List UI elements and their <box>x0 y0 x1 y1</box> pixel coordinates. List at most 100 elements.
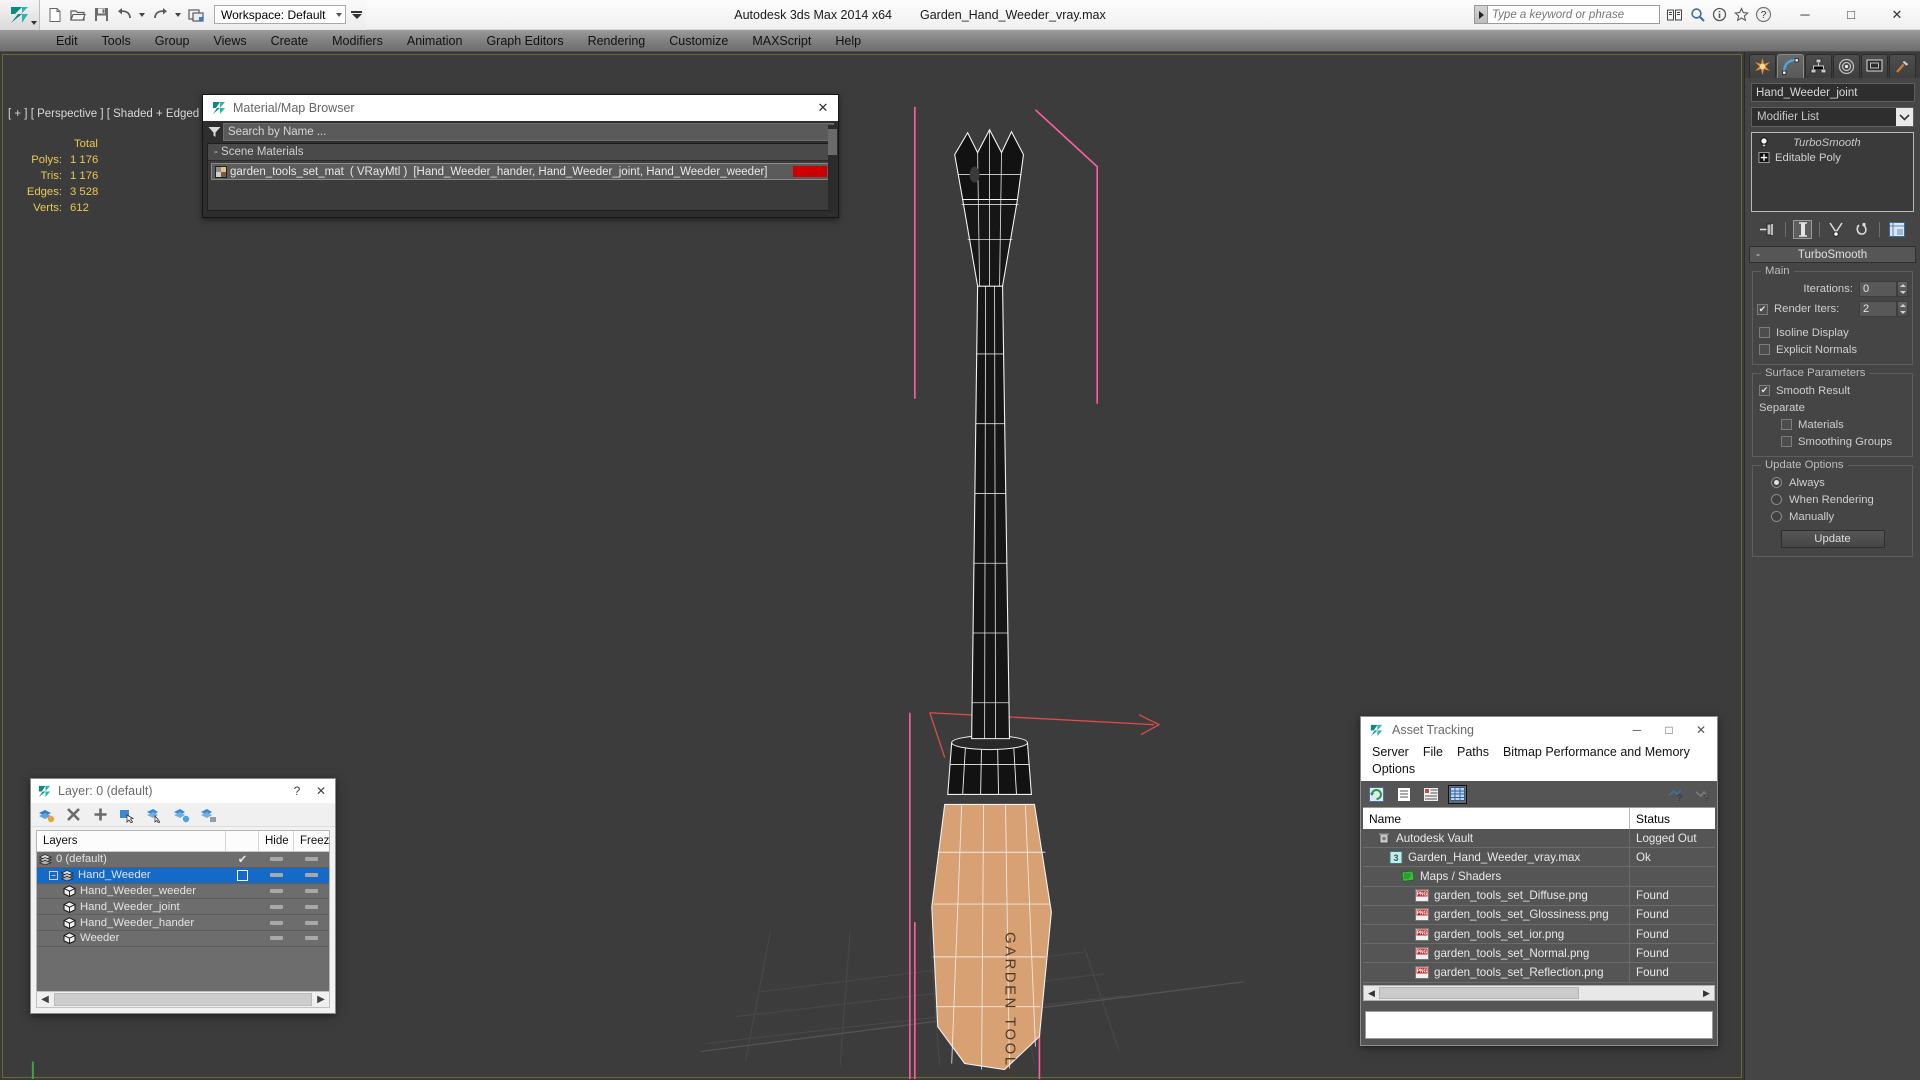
material-list-item[interactable]: garden_tools_set_mat ( VRayMtl ) [Hand_W… <box>211 163 830 180</box>
layer-active-cell[interactable]: ✔ <box>226 853 259 866</box>
asset-menu-bitmap-performance-and-memory[interactable]: Bitmap Performance and Memory <box>1496 744 1697 761</box>
grid-view-icon[interactable] <box>1448 784 1467 804</box>
scroll-left-icon[interactable]: ◀ <box>37 994 53 1005</box>
render-iters-input[interactable] <box>1859 301 1897 317</box>
pin-stack-icon[interactable] <box>1759 220 1778 239</box>
material-browser-list[interactable]: - Scene Materials garden_tools_set_mat (… <box>207 143 834 211</box>
render-iters-checkbox[interactable] <box>1757 303 1768 315</box>
create-new-layer-icon[interactable] <box>37 806 55 824</box>
layer-dialog-titlebar[interactable]: Layer: 0 (default) ? ✕ <box>31 779 335 803</box>
update-always-row[interactable]: Always <box>1757 474 1908 491</box>
help-search-icon[interactable] <box>1688 6 1706 24</box>
modifier-list-dropdown[interactable]: Modifier List <box>1751 107 1914 127</box>
command-panel[interactable]: Modifier List TurboSmooth Editable Poly <box>1744 52 1920 1080</box>
separate-smoothing-groups-row[interactable]: Smoothing Groups <box>1757 433 1908 450</box>
scroll-thumb[interactable] <box>54 993 312 1006</box>
asset-row[interactable]: PNG garden_tools_set_Reflection.png Found <box>1363 963 1715 983</box>
search-input[interactable] <box>1488 5 1660 24</box>
search-expand-button[interactable] <box>1474 5 1488 24</box>
menu-item-rendering[interactable]: Rendering <box>576 31 658 51</box>
asset-scroll-right-icon[interactable]: ▶ <box>1699 988 1714 999</box>
separate-smoothing-groups-checkbox[interactable] <box>1781 436 1792 447</box>
layer-freeze-cell[interactable] <box>294 936 329 941</box>
turbosmooth-rollout-header[interactable]: - TurboSmooth <box>1749 246 1916 263</box>
project-folder-button[interactable] <box>185 3 207 27</box>
layer-hide-cell[interactable] <box>259 904 294 909</box>
layer-hide-cell[interactable] <box>259 936 294 941</box>
layer-name-cell[interactable]: Hand_Weeder_weeder <box>37 885 226 897</box>
minimize-button[interactable]: ─ <box>1782 0 1828 30</box>
list-view-icon[interactable] <box>1394 785 1413 804</box>
info-center-icon[interactable] <box>1710 6 1728 24</box>
layer-row[interactable]: − Hand_Weeder <box>37 867 329 884</box>
asset-tracking-grid[interactable]: Name Status Autodesk Vault Logged Out 3 Gar… <box>1363 807 1715 983</box>
iterations-spinner[interactable] <box>1859 281 1908 297</box>
update-when-rendering-row[interactable]: When Rendering <box>1757 491 1908 508</box>
layer-freeze-cell[interactable] <box>294 904 329 909</box>
modifier-stack[interactable]: TurboSmooth Editable Poly <box>1751 132 1914 212</box>
menu-item-help[interactable]: Help <box>823 31 873 51</box>
layer-dialog[interactable]: Layer: 0 (default) ? ✕ Layers Hide Freez… <box>30 778 336 1014</box>
layer-name-cell[interactable]: Hand_Weeder_hander <box>37 917 226 929</box>
undo-button[interactable] <box>113 3 135 27</box>
asset-scroll-left-icon[interactable]: ◀ <box>1364 988 1379 999</box>
add-selection-icon[interactable] <box>91 806 109 824</box>
modifier-stack-item-turbosmooth[interactable]: TurboSmooth <box>1754 135 1911 150</box>
separate-materials-checkbox[interactable] <box>1781 419 1792 430</box>
object-name-input[interactable] <box>1751 83 1915 102</box>
layer-name-cell[interactable]: − Hand_Weeder <box>37 869 226 882</box>
material-browser-close-button[interactable]: ✕ <box>812 97 834 119</box>
smooth-result-row[interactable]: Smooth Result <box>1757 382 1908 399</box>
asset-menu-options[interactable]: Options <box>1365 761 1422 778</box>
layer-name-cell[interactable]: Hand_Weeder_joint <box>37 901 226 913</box>
close-button[interactable]: ✕ <box>1874 0 1920 30</box>
menu-item-create[interactable]: Create <box>259 31 321 51</box>
menu-item-customize[interactable]: Customize <box>657 31 740 51</box>
add-asset-help-icon[interactable]: ? <box>1665 785 1684 804</box>
menu-item-tools[interactable]: Tools <box>90 31 143 51</box>
turbosmooth-rollout[interactable]: - TurboSmooth Main Iterations: Render It… <box>1749 246 1916 557</box>
asset-row[interactable]: PNG garden_tools_set_Glossiness.png Found <box>1363 905 1715 925</box>
layer-name-cell[interactable]: 0 (default) <box>37 853 226 866</box>
asset-name-cell[interactable]: Maps / Shaders <box>1363 867 1630 886</box>
refresh-icon[interactable] <box>1367 785 1386 804</box>
explicit-normals-checkbox[interactable] <box>1759 344 1770 355</box>
workspace-menu-button[interactable] <box>351 10 362 19</box>
layer-row[interactable]: Hand_Weeder_weeder <box>37 884 329 900</box>
iterations-spinner-arrows[interactable] <box>1897 281 1908 297</box>
asset-tracking-titlebar[interactable]: Asset Tracking ─ □ ✕ <box>1361 717 1717 743</box>
layer-active-cell[interactable] <box>226 869 259 881</box>
layer-dialog-close-button[interactable]: ✕ <box>309 780 333 802</box>
asset-name-cell[interactable]: PNG garden_tools_set_Glossiness.png <box>1363 905 1630 924</box>
asset-name-cell[interactable]: Autodesk Vault <box>1363 829 1630 848</box>
layer-hide-cell[interactable] <box>259 888 294 893</box>
save-file-button[interactable] <box>90 3 112 27</box>
asset-horizontal-scrollbar[interactable]: ◀ ▶ <box>1363 985 1715 1001</box>
asset-row[interactable]: PNG garden_tools_set_Normal.png Found <box>1363 944 1715 964</box>
asset-name-cell[interactable]: 3 Garden_Hand_Weeder_vray.max <box>1363 848 1630 867</box>
remove-asset-help-icon[interactable]: ? <box>1692 785 1711 804</box>
favorites-star-icon[interactable] <box>1732 6 1750 24</box>
make-unique-icon[interactable] <box>1827 220 1846 239</box>
asset-row[interactable]: Maps / Shaders <box>1363 867 1715 887</box>
layer-freeze-cell[interactable] <box>294 857 329 862</box>
layer-hide-cell[interactable] <box>259 920 294 925</box>
asset-row[interactable]: PNG garden_tools_set_ior.png Found <box>1363 924 1715 945</box>
material-browser-scrollbar[interactable] <box>828 125 837 213</box>
layer-help-button[interactable]: ? <box>285 780 309 802</box>
update-manually-row[interactable]: Manually <box>1757 508 1908 525</box>
chevron-down-icon[interactable] <box>1896 108 1913 126</box>
asset-name-cell[interactable]: PNG garden_tools_set_Diffuse.png <box>1363 886 1630 905</box>
asset-name-cell[interactable]: PNG garden_tools_set_Reflection.png <box>1363 963 1630 982</box>
layer-list-grid[interactable]: Layers Hide Freeze 0 (default) ✔ − Hand_Wee… <box>36 830 330 1004</box>
separate-materials-row[interactable]: Materials <box>1757 416 1908 433</box>
highlight-selected-objects-icon[interactable] <box>172 806 190 824</box>
asset-maximize-button[interactable]: □ <box>1653 717 1685 743</box>
select-highlighted-layer-icon[interactable] <box>145 806 163 824</box>
layer-horizontal-scrollbar[interactable]: ◀ ▶ <box>36 991 330 1008</box>
iterations-input[interactable] <box>1859 281 1897 297</box>
menu-item-views[interactable]: Views <box>201 31 258 51</box>
explicit-normals-row[interactable]: Explicit Normals <box>1757 341 1908 358</box>
exchange-app-store-icon[interactable] <box>1666 6 1684 24</box>
tab-display[interactable] <box>1861 54 1888 78</box>
